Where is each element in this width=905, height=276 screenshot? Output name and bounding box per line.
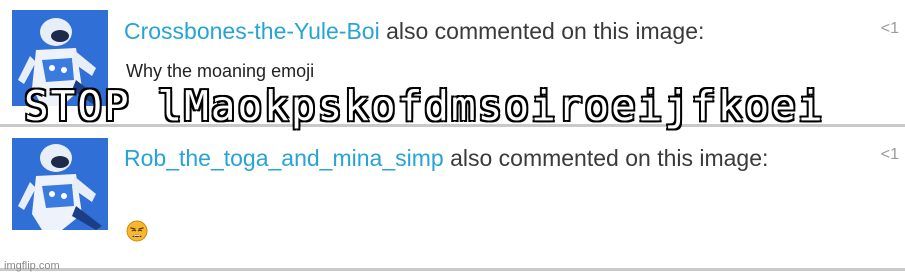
overlay-caption: STOP lMaokpskofdmsoiroeijfkoei [23,81,825,131]
weary-face-emoji-icon [126,220,148,242]
comment-item: Rob_the_toga_and_mina_simp also commente… [0,128,905,270]
watermark: imgflip.com [4,260,60,272]
divider [0,268,905,271]
username-link[interactable]: Crossbones-the-Yule-Boi [124,18,380,44]
username-link[interactable]: Rob_the_toga_and_mina_simp [124,145,444,171]
comment-time: <1 [880,20,899,37]
page: Crossbones-the-Yule-Boi also commented o… [0,0,905,276]
comment-header: Crossbones-the-Yule-Boi also commented o… [124,17,845,45]
avatar[interactable] [12,138,108,230]
comment-action-text: also commented on this image: [443,145,769,171]
comment-text: Why the moaning emoji [126,61,315,81]
avatar-image [12,138,108,230]
comment-time: <1 [880,146,899,163]
comment-header: Rob_the_toga_and_mina_simp also commente… [124,144,844,172]
comment-action-text: also commented on this image: [379,18,705,44]
